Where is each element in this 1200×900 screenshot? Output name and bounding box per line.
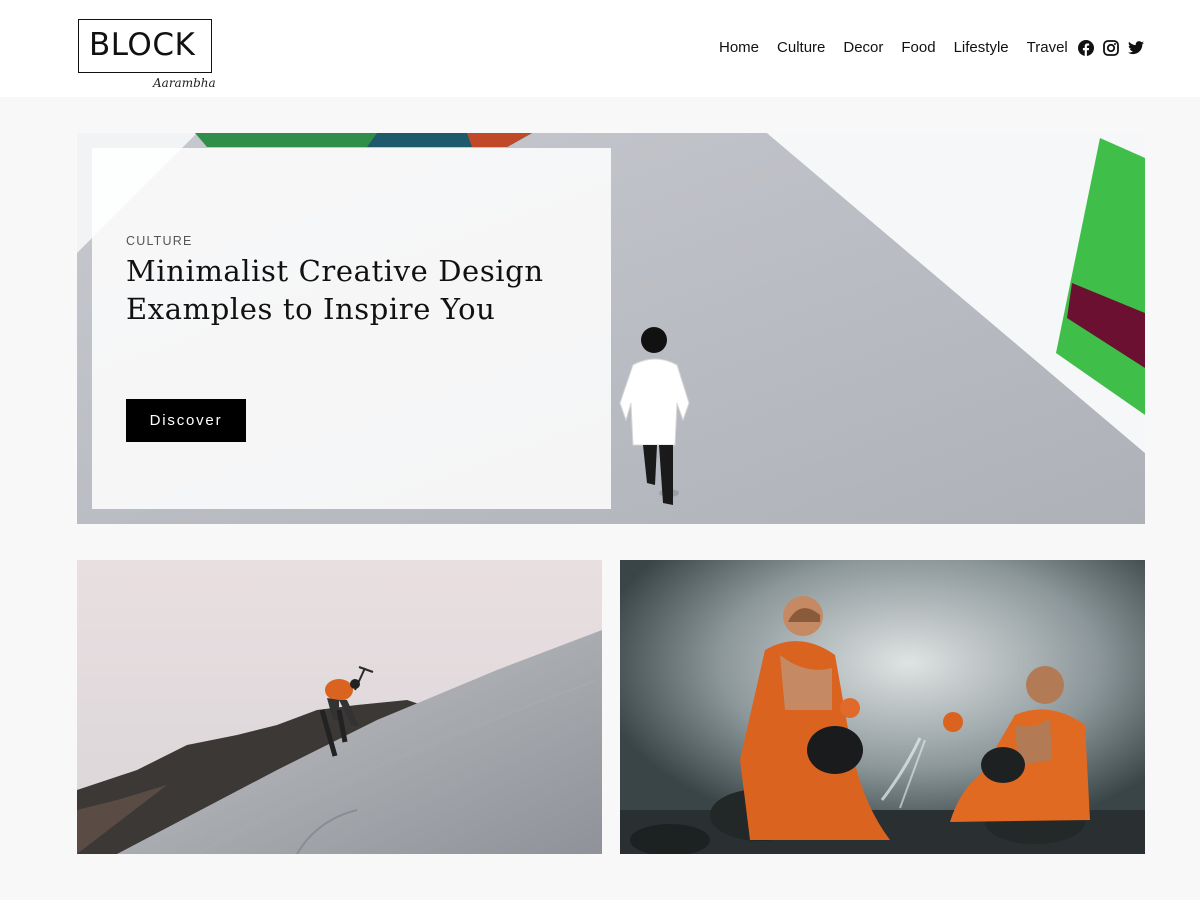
nav-item-culture[interactable]: Culture (777, 37, 825, 59)
hero-title-line-1: Minimalist Creative Design (126, 254, 544, 288)
hero-banner[interactable]: CULTURE Minimalist Creative Design Examp… (77, 133, 1145, 524)
logo-tagline: Aarambha (151, 76, 218, 90)
twitter-icon[interactable] (1127, 39, 1144, 56)
nav-item-travel[interactable]: Travel (1027, 37, 1068, 59)
discover-button[interactable]: Discover (126, 399, 246, 442)
logo-wordmark: BLOCK (89, 27, 196, 63)
site-header: BLOCK Aarambha Home Culture Decor Food L… (0, 0, 1200, 97)
site-logo[interactable]: BLOCK Aarambha (78, 19, 218, 90)
nav-item-food[interactable]: Food (901, 37, 935, 59)
post-card-monks[interactable] (620, 560, 1145, 854)
facebook-icon[interactable] (1077, 39, 1094, 56)
monks-image (620, 560, 1145, 854)
nav-item-home[interactable]: Home (719, 37, 759, 59)
hero-title[interactable]: Minimalist Creative Design Examples to I… (126, 252, 596, 328)
main-navigation: Home Culture Decor Food Lifestyle Travel (719, 37, 1068, 59)
nav-item-decor[interactable]: Decor (843, 37, 883, 59)
hero-title-line-2: Examples to Inspire You (126, 292, 496, 326)
social-links (1077, 39, 1152, 56)
instagram-icon[interactable] (1102, 39, 1119, 56)
hero-category[interactable]: CULTURE (126, 234, 193, 248)
nav-item-lifestyle[interactable]: Lifestyle (954, 37, 1009, 59)
hero-card: CULTURE Minimalist Creative Design Examp… (92, 148, 611, 509)
climber-image (77, 560, 602, 854)
post-card-climber[interactable] (77, 560, 602, 854)
